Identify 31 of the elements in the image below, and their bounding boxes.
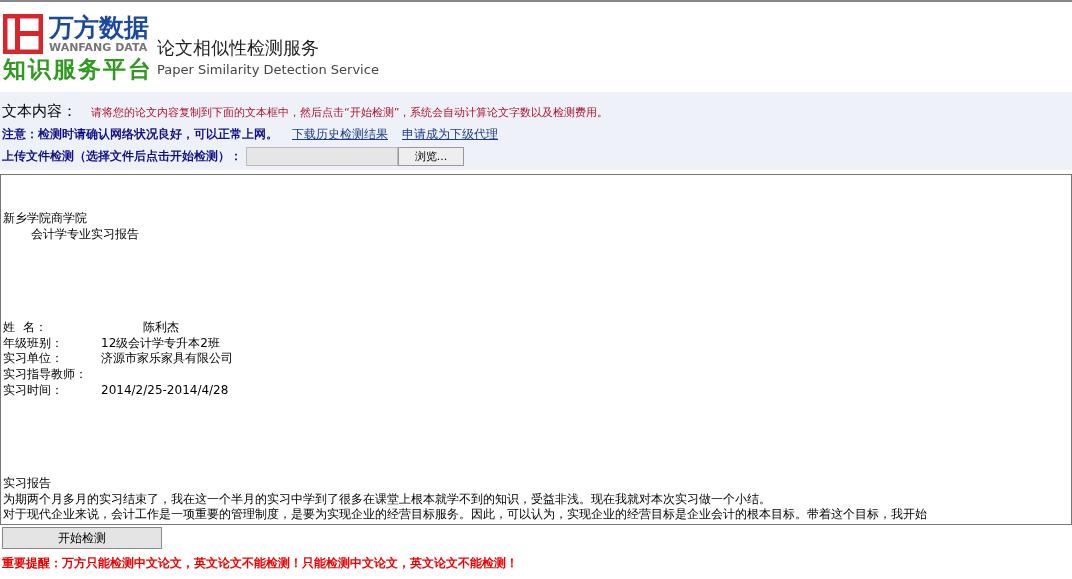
section-title: 实习报告 xyxy=(3,476,51,492)
field-value: 12级会计学专升本2班 xyxy=(101,335,220,352)
field-value: 济源市家乐家具有限公司 xyxy=(101,351,233,367)
link[interactable]: 申请成为下级代理 xyxy=(402,127,498,142)
field-value: 陈利杰 xyxy=(143,320,179,336)
school-name: 新乡学院商学院 xyxy=(3,211,87,227)
service-title-en: Paper Similarity Detection Service xyxy=(157,61,379,79)
text-area[interactable] xyxy=(0,174,1072,525)
instruction-text: 请将您的论文内容复制到下面的文本框中，然后点击“开始检测”，系统会自动计算论文字数以及检测费用。 xyxy=(91,105,609,120)
link[interactable]: 下载历史检测结果 xyxy=(292,127,388,142)
field-label: 实习时间： xyxy=(3,382,64,399)
paragraph: 为期两个月多月的实习结束了，我在这一个半月的实习中学到了很多在课堂上根本就学不到的知识，受益非浅。现在我就对本次实习做一个小结。 xyxy=(3,491,771,508)
field-value: 2014/2/25-2014/4/28 xyxy=(101,382,229,399)
upload-label: 上传文件检测（选择文件后点击开始检测）： xyxy=(2,149,242,164)
brand-name-en: WANFANG DATA xyxy=(49,42,149,54)
logo-icon xyxy=(3,14,43,54)
brand-name: 万方数据 xyxy=(49,14,149,42)
field-label: 实习单位： xyxy=(3,351,64,367)
notice-text: 注意：检测时请确认网络状况良好，可以正常上网。 xyxy=(2,127,278,142)
field-label: 姓 名： xyxy=(3,320,48,336)
browse-button[interactable]: 浏览... xyxy=(398,147,464,166)
file-field[interactable] xyxy=(246,147,398,166)
report-title: 会计学专业实习报告 xyxy=(31,226,139,243)
field-label: 年级班别： xyxy=(3,335,64,352)
paragraph: 对于现代企业来说，会计工作是一项重要的管理制度，是要为实现企业的经营目标服务。因此，可以认为，实现企业的经营目标是企业会计的根本目标。带着这个目标，我开始 xyxy=(3,507,927,523)
platform-title: 知识服务平台 xyxy=(3,55,153,84)
warning-text: 重要提醒：万方只能检测中文论文，英文论文不能检测！只能检测中文论文，英文论文不能检测！ xyxy=(2,555,519,572)
start-button[interactable]: 开始检测 xyxy=(2,527,162,549)
field-label: 实习指导教师： xyxy=(3,366,88,383)
service-title: 论文相似性检测服务 xyxy=(157,36,320,60)
text-content-label: 文本内容： xyxy=(2,102,77,121)
